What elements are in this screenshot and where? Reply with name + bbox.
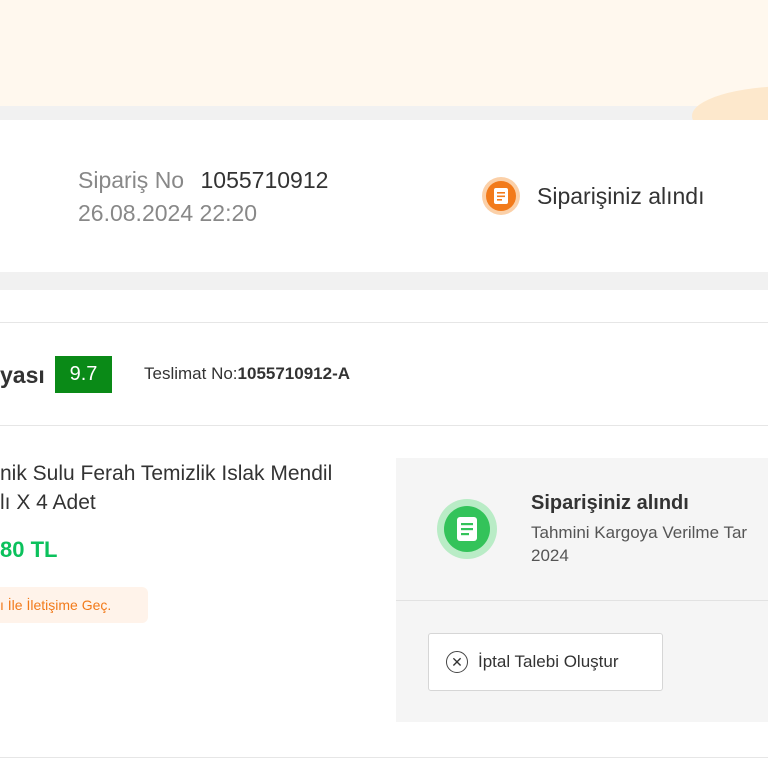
- product-name[interactable]: nik Sulu Ferah Temizlik Islak Mendil lı …: [0, 459, 370, 517]
- contact-seller-link[interactable]: ı İle İletişime Geç.: [0, 587, 148, 623]
- divider: [0, 757, 768, 758]
- top-banner: [0, 0, 768, 146]
- cancel-request-label: İptal Talebi Oluştur: [478, 652, 619, 671]
- estimated-shipping-date: Tahmini Kargoya Verilme Tar 2024: [531, 523, 748, 565]
- order-number: 1055710912: [200, 167, 329, 193]
- divider: [0, 425, 768, 426]
- receipt-icon: [482, 177, 520, 215]
- receipt-icon: [437, 499, 497, 559]
- seller-score-badge: 9.7: [55, 356, 112, 393]
- delivery-number-label: Teslimat No:: [144, 364, 238, 383]
- shipment-status-title: Siparişiniz alındı: [531, 492, 689, 514]
- cancel-request-button[interactable]: ✕ İptal Talebi Oluştur: [428, 633, 663, 691]
- contact-seller-label: ı İle İletişime Geç.: [0, 597, 112, 613]
- order-number-line: Sipariş No 1055710912: [78, 167, 328, 194]
- order-status-text: Siparişiniz alındı: [537, 183, 705, 209]
- delivery-number-value: 1055710912-A: [237, 364, 351, 383]
- delivery-number: Teslimat No:1055710912-A: [144, 364, 350, 384]
- divider: [0, 322, 768, 323]
- product-price: 80 TL: [0, 537, 58, 562]
- order-date: 26.08.2024 22:20: [78, 200, 258, 226]
- order-number-label: Sipariş No: [78, 167, 185, 193]
- divider: [396, 600, 768, 601]
- close-circle-icon: ✕: [446, 651, 468, 673]
- order-detail-page: Sipariş No 1055710912 26.08.2024 22:20 S…: [0, 0, 768, 768]
- seller-name[interactable]: yası: [0, 362, 45, 389]
